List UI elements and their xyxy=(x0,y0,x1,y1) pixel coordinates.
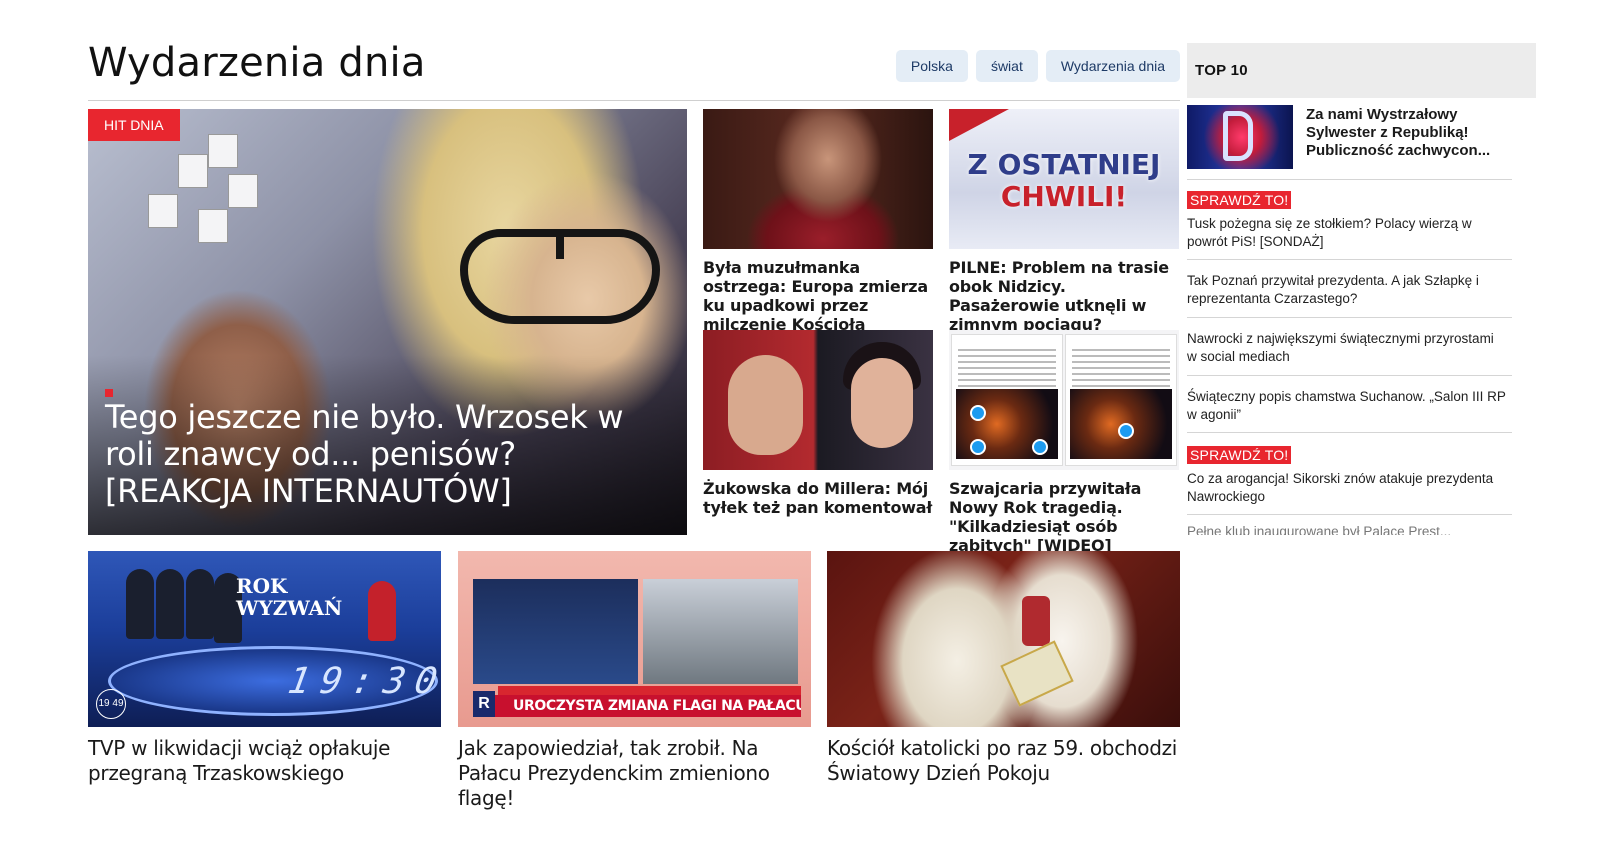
article-title[interactable]: Kościół katolicki po raz 59. obchodzi Św… xyxy=(827,736,1180,786)
broadcast-time-badge: 19 49 xyxy=(96,689,126,719)
top10-link[interactable]: Nawrocki z największymi świątecznymi prz… xyxy=(1187,330,1507,366)
top10-header: TOP 10 xyxy=(1187,43,1536,98)
tweet-screenshot xyxy=(1065,334,1177,466)
article-thumbnail[interactable]: ROK WYZWAŃ 19:30 19 49 xyxy=(88,551,441,727)
hero-image-glasses xyxy=(460,229,660,324)
header-divider xyxy=(88,100,1180,101)
tab-polska[interactable]: Polska xyxy=(895,50,968,82)
republika-logo-icon: R xyxy=(473,691,495,717)
studio-clock: 19:30 xyxy=(280,661,441,702)
tab-wydarzenia-dnia[interactable]: Wydarzenia dnia xyxy=(1045,50,1180,82)
article-title[interactable]: Jak zapowiedział, tak zrobił. Na Pałacu … xyxy=(458,736,811,811)
divider xyxy=(1187,259,1512,260)
article-thumbnail[interactable]: Z OSTATNIEJ CHWILI! xyxy=(949,109,1179,249)
divider xyxy=(1187,375,1512,376)
divider xyxy=(1187,179,1512,180)
article-card[interactable]: Z OSTATNIEJ CHWILI! PILNE: Problem na tr… xyxy=(949,109,1179,334)
hero-article[interactable]: HIT DNIA Tego jeszcze nie było. Wrzosek … xyxy=(88,109,687,535)
top10-thumbnail[interactable] xyxy=(1187,105,1293,169)
tab-swiat[interactable]: świat xyxy=(975,50,1038,82)
play-icon xyxy=(970,439,986,455)
top10-link[interactable]: Tusk pożegna się ze stołkiem? Polacy wie… xyxy=(1187,215,1507,251)
play-icon xyxy=(1032,439,1048,455)
hero-accent-dot xyxy=(105,389,113,397)
article-title[interactable]: TVP w likwidacji wciąż opłakuje przegran… xyxy=(88,736,441,786)
article-thumbnail[interactable]: UROCZYSTA ZMIANA FLAGI NA PAŁACU PREZYDE… xyxy=(458,551,811,727)
top10-link[interactable]: Świąteczny popis chamstwa Suchanow. „Sal… xyxy=(1187,388,1507,424)
top10-link[interactable]: Co za arogancja! Sikorski znów atakuje p… xyxy=(1187,470,1507,506)
article-card[interactable]: UROCZYSTA ZMIANA FLAGI NA PAŁACU PREZYDE… xyxy=(458,551,811,811)
top10-link[interactable]: Tak Poznań przywitał prezydenta. A jak S… xyxy=(1187,272,1507,308)
section-tabs: Polska świat Wydarzenia dnia xyxy=(895,50,1180,82)
section-title: Wydarzenia dnia xyxy=(88,40,426,86)
article-thumbnail[interactable] xyxy=(703,330,933,470)
article-card[interactable]: ROK WYZWAŃ 19:30 19 49 TVP w likwidacji … xyxy=(88,551,441,786)
article-card[interactable]: Była muzułmanka ostrzega: Europa zmierza… xyxy=(703,109,933,334)
article-thumbnail[interactable] xyxy=(827,551,1180,727)
article-card[interactable]: Szwajcaria przywitała Nowy Rok tragedią.… xyxy=(949,330,1179,555)
top10-link-cutoff[interactable]: Pełne klub inaugurowane był Palace Prest… xyxy=(1187,523,1507,535)
play-icon xyxy=(970,405,986,421)
top10-item-title[interactable]: Za nami Wystrzałowy Sylwester z Republik… xyxy=(1306,106,1511,160)
thumbnail-caption: ROK WYZWAŃ xyxy=(236,574,343,620)
hero-background-posters xyxy=(148,134,268,244)
republika-logo-icon xyxy=(949,109,1009,141)
sprawdz-badge: SPRAWDŹ TO! xyxy=(1187,191,1292,209)
article-title[interactable]: PILNE: Problem na trasie obok Nidzicy. P… xyxy=(949,258,1179,334)
article-card[interactable]: Kościół katolicki po raz 59. obchodzi Św… xyxy=(827,551,1180,786)
news-ticker: UROCZYSTA ZMIANA FLAGI NA PAŁACU PREZYDE… xyxy=(473,695,801,717)
hit-dnia-badge: HIT DNIA xyxy=(88,109,180,141)
divider xyxy=(1187,514,1512,515)
divider xyxy=(1187,317,1512,318)
republika-logo-icon xyxy=(1223,111,1253,161)
top10-title: TOP 10 xyxy=(1195,62,1248,79)
sprawdz-badge: SPRAWDŹ TO! xyxy=(1187,446,1292,464)
article-title[interactable]: Szwajcaria przywitała Nowy Rok tragedią.… xyxy=(949,479,1179,555)
article-thumbnail[interactable] xyxy=(703,109,933,249)
article-title[interactable]: Żukowska do Millera: Mój tyłek też pan k… xyxy=(703,479,933,517)
divider xyxy=(1187,432,1512,433)
thumbnail-caption: Z OSTATNIEJ CHWILI! xyxy=(967,148,1161,213)
tweet-screenshot xyxy=(951,334,1063,466)
article-title[interactable]: Była muzułmanka ostrzega: Europa zmierza… xyxy=(703,258,933,334)
hero-title[interactable]: Tego jeszcze nie było. Wrzosek w roli zn… xyxy=(105,399,625,510)
play-icon xyxy=(1118,423,1134,439)
article-thumbnail[interactable] xyxy=(949,330,1179,470)
article-card[interactable]: Żukowska do Millera: Mój tyłek też pan k… xyxy=(703,330,933,517)
